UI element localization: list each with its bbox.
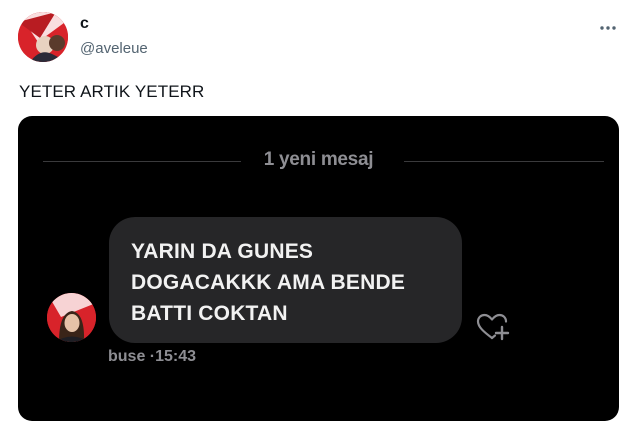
display-name[interactable]: c bbox=[80, 15, 89, 33]
more-options-icon bbox=[600, 26, 616, 30]
sender-name: buse bbox=[108, 348, 146, 365]
message-line: YARIN DA GUNES bbox=[131, 240, 314, 263]
message-line: BATTI COKTAN bbox=[131, 302, 288, 325]
message-line: DOGACAKKK AMA BENDE bbox=[131, 271, 406, 294]
sender-avatar bbox=[47, 293, 96, 342]
tweet-author-avatar[interactable] bbox=[18, 12, 68, 62]
heart-plus-icon[interactable] bbox=[474, 312, 510, 342]
user-handle[interactable]: @aveleue bbox=[80, 40, 148, 57]
tweet-text: YETER ARTIK YETERR bbox=[19, 82, 205, 101]
avatar-image bbox=[18, 12, 68, 62]
sender-avatar-image bbox=[47, 293, 96, 342]
more-options-button[interactable] bbox=[596, 16, 620, 40]
message-text: YARIN DA GUNES DOGACAKKK AMA BENDE BATTI… bbox=[131, 236, 451, 329]
message-bubble: YARIN DA GUNES DOGACAKKK AMA BENDE BATTI… bbox=[109, 217, 462, 343]
message-meta: buse ·15:43 bbox=[108, 348, 196, 366]
new-messages-separator: 1 yeni mesaj bbox=[263, 149, 374, 170]
tweet-media-screenshot[interactable]: 1 yeni mesaj YARIN DA GUNES DOGACAKKK AM… bbox=[18, 116, 619, 421]
message-time: 15:43 bbox=[155, 348, 197, 365]
